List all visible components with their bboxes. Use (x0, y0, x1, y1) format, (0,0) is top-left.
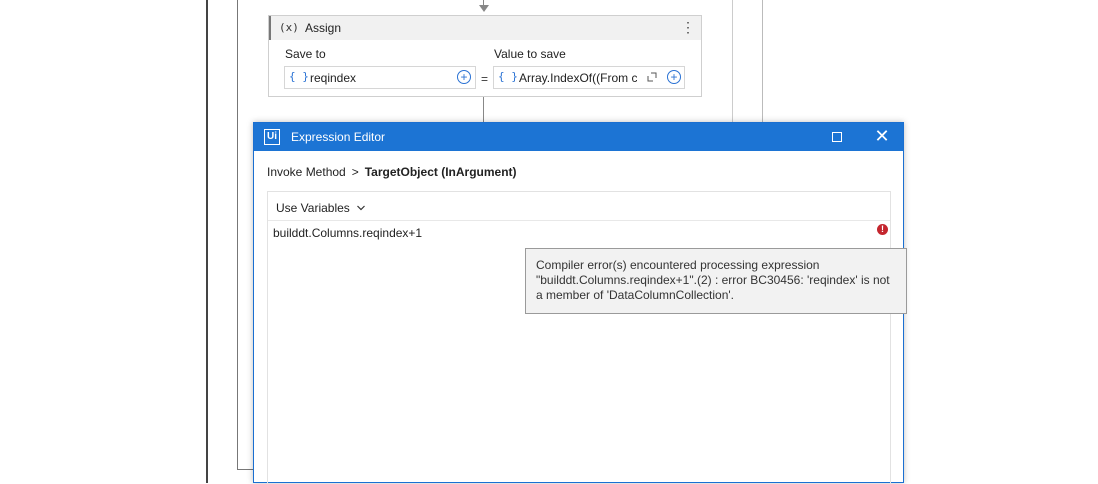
expression-editor-dialog: Ui Expression Editor ✕ Invoke Method > Tar… (253, 122, 907, 484)
assign-title: Assign (305, 21, 342, 35)
variable-icon: (x) (279, 21, 299, 34)
assign-header[interactable]: (x) Assign ⋮ (269, 16, 701, 40)
close-button[interactable]: ✕ (872, 125, 892, 147)
expression-brace-icon: { } (498, 70, 518, 83)
flow-connector-bottom (483, 97, 484, 125)
dialog-titlebar[interactable]: Ui Expression Editor ✕ (254, 123, 903, 151)
plus-circle-icon[interactable]: + (457, 70, 471, 84)
breadcrumb-parent: Invoke Method (267, 165, 346, 179)
error-icon[interactable]: ! (877, 224, 888, 235)
chevron-down-icon (357, 205, 366, 211)
breadcrumb-separator: > (351, 165, 359, 179)
expand-icon[interactable] (645, 70, 659, 84)
expression-brace-icon: { } (289, 70, 309, 83)
value-to-save-label: Value to save (494, 47, 566, 61)
error-tooltip: Compiler error(s) encountered processing… (525, 248, 907, 314)
save-to-value: reqindex (310, 71, 357, 85)
use-variables-dropdown[interactable]: Use Variables (276, 201, 366, 215)
uipath-logo-icon: Ui (264, 129, 280, 145)
editor-divider (268, 220, 890, 221)
maximize-button[interactable] (832, 132, 842, 142)
save-to-label: Save to (285, 47, 326, 61)
expression-editor-area[interactable]: Use Variables builddt.Columns.reqindex+1… (267, 191, 907, 484)
equals-sign: = (481, 72, 489, 86)
flow-arrow-icon (479, 5, 489, 12)
more-options-icon[interactable]: ⋮ (681, 19, 695, 36)
expression-text[interactable]: builddt.Columns.reqindex+1 (273, 226, 422, 240)
breadcrumb-current: TargetObject (InArgument) (364, 165, 517, 179)
value-to-save-value: Array.IndexOf((From c (519, 71, 637, 85)
use-variables-label: Use Variables (276, 201, 350, 215)
assign-activity[interactable]: (x) Assign ⋮ Save to Value to save { } r… (268, 15, 702, 97)
breadcrumb: Invoke Method > TargetObject (InArgument) (267, 165, 517, 179)
canvas-left-border (206, 0, 208, 483)
save-to-field[interactable]: { } reqindex + (284, 66, 476, 89)
dialog-title: Expression Editor (291, 130, 386, 144)
value-to-save-field[interactable]: { } Array.IndexOf((From c + (493, 66, 685, 89)
plus-circle-icon[interactable]: + (667, 70, 681, 84)
